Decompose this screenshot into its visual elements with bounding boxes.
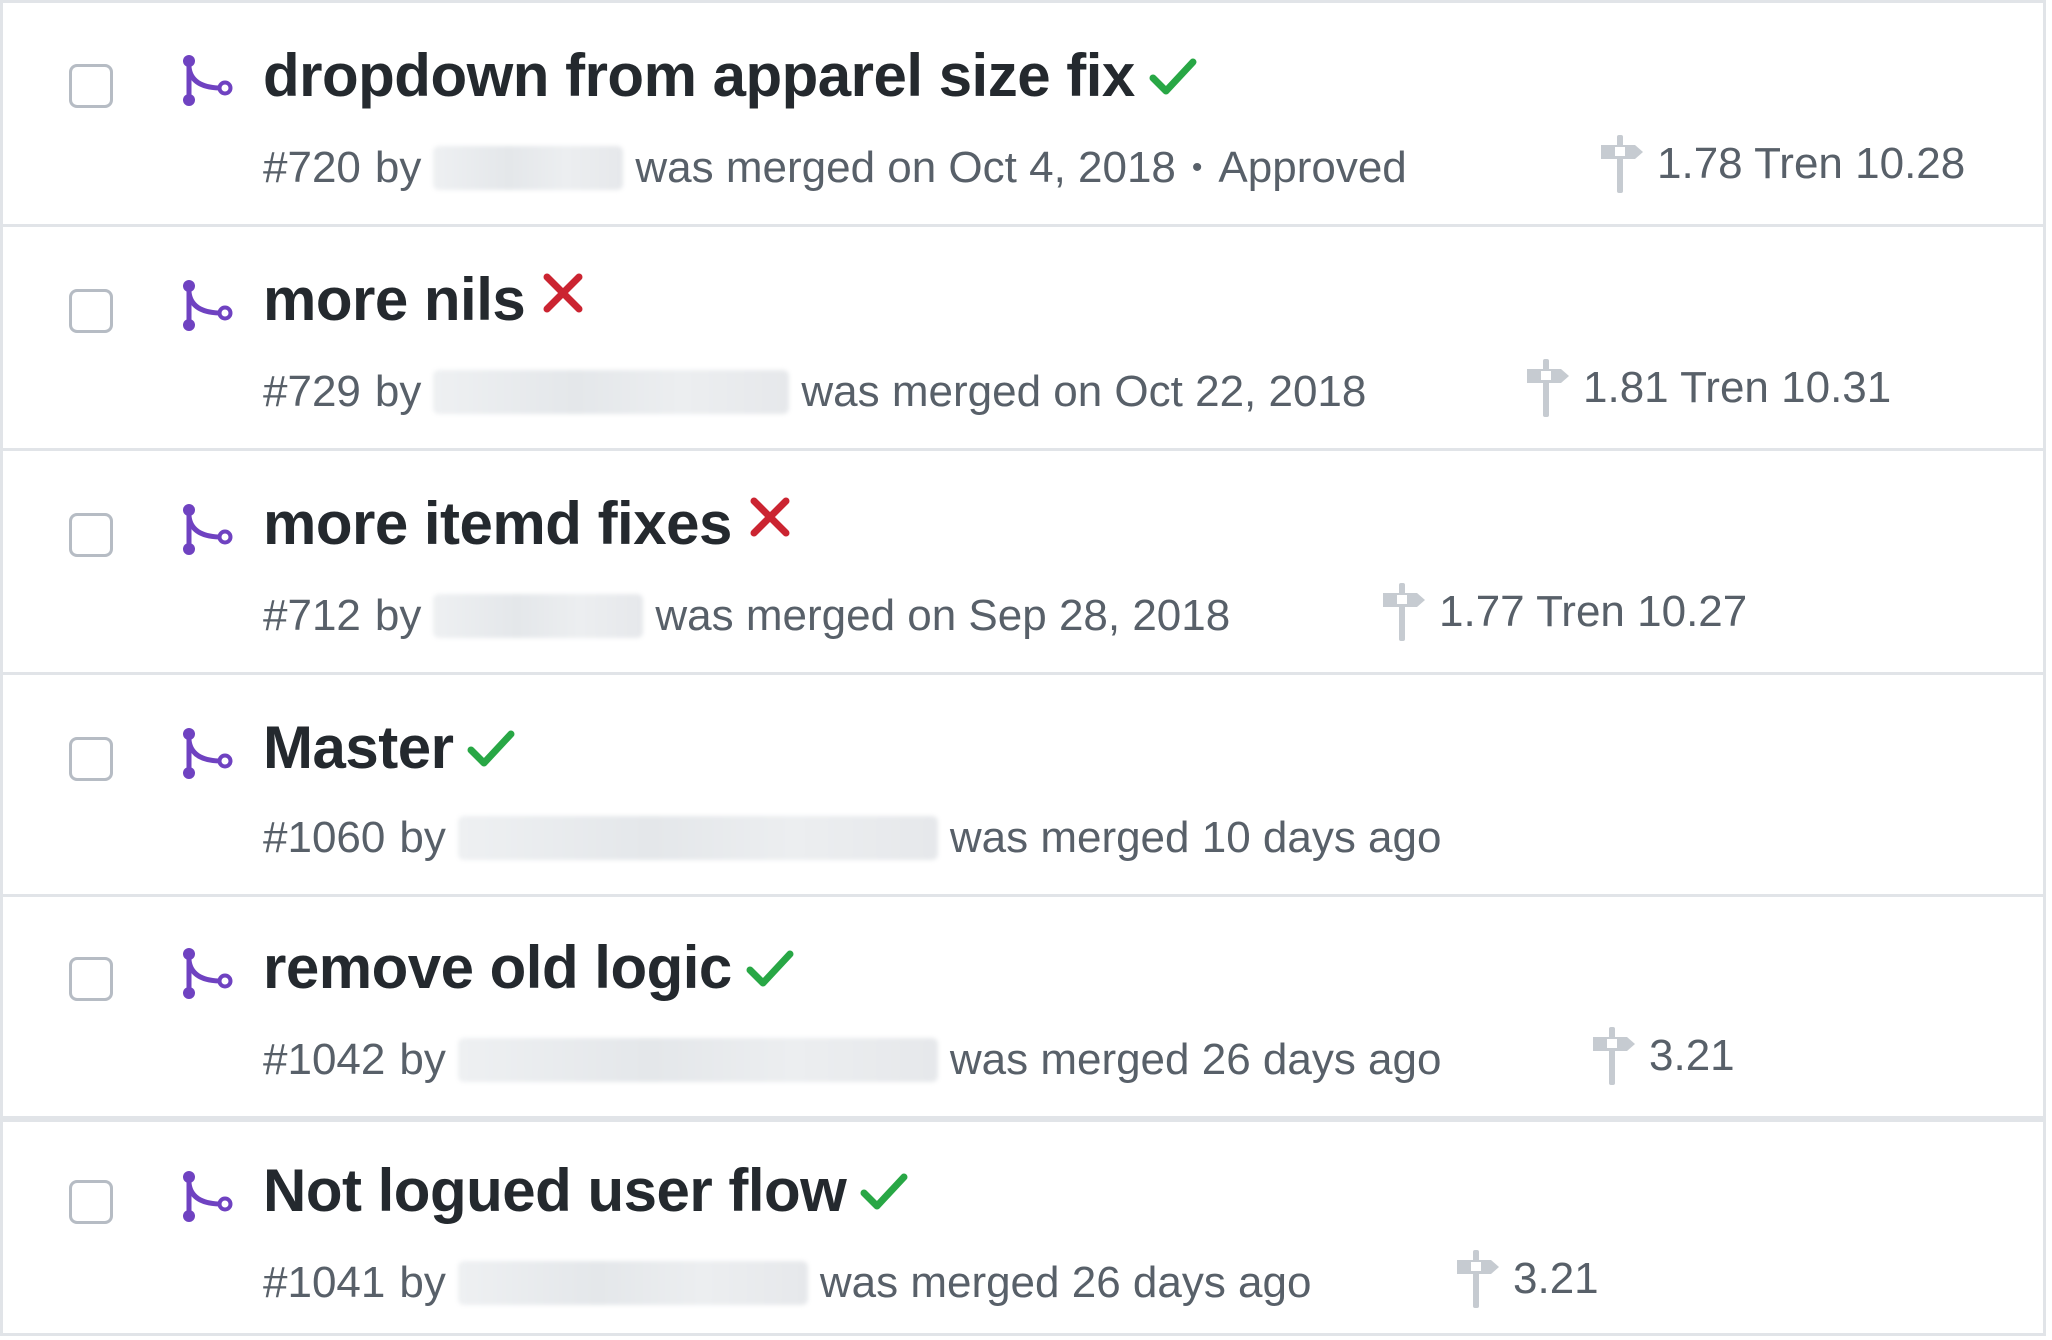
select-checkbox[interactable]	[69, 737, 113, 781]
x-icon[interactable]	[744, 493, 796, 545]
pull-request-list: dropdown from apparel size fix #720 by w…	[0, 0, 2046, 1336]
select-checkbox[interactable]	[69, 64, 113, 108]
pull-request-row: dropdown from apparel size fix #720 by w…	[3, 3, 2043, 227]
author-link[interactable]	[457, 1261, 808, 1305]
author-link[interactable]	[433, 370, 790, 414]
milestone-link[interactable]: 1.77 Tren 10.27	[1381, 581, 1747, 643]
milestone-link[interactable]: 3.21	[1591, 1025, 1735, 1087]
milestone-icon	[1383, 583, 1425, 641]
pr-number: #712	[263, 591, 361, 640]
check-icon[interactable]	[858, 1165, 910, 1217]
milestone-link[interactable]: 3.21	[1455, 1248, 1599, 1310]
author-link[interactable]	[457, 1038, 938, 1082]
merged-pr-icon	[183, 948, 233, 999]
pull-request-row: remove old logic #1042 by was merged 26 …	[3, 897, 2043, 1119]
author-link[interactable]	[433, 146, 624, 190]
milestone-icon	[1601, 135, 1643, 193]
author-link[interactable]	[457, 816, 938, 860]
pr-title-link[interactable]: more itemd fixes	[263, 489, 732, 558]
review-status-link[interactable]: Approved	[1218, 143, 1406, 193]
pr-number: #1042	[263, 1035, 386, 1084]
select-checkbox[interactable]	[69, 957, 113, 1001]
author-link[interactable]	[433, 594, 644, 638]
pr-number: #720	[263, 143, 361, 192]
merged-pr-icon	[183, 1171, 233, 1222]
merged-text: was merged 26 days ago	[949, 1035, 1442, 1084]
milestone-label: 1.81 Tren 10.31	[1583, 363, 1892, 412]
milestone-icon	[1457, 1250, 1499, 1308]
pr-number: #1060	[263, 813, 386, 862]
pr-title-link[interactable]: Not logued user flow	[263, 1156, 847, 1225]
merged-text: was merged on Sep 28, 2018	[655, 591, 1231, 640]
x-icon[interactable]	[537, 269, 589, 321]
by-label: by	[399, 1035, 446, 1084]
pull-request-row: more nils #729 by was merged on Oct 22, …	[3, 227, 2043, 451]
select-checkbox[interactable]	[69, 513, 113, 557]
by-label: by	[374, 143, 422, 192]
milestone-label: 3.21	[1649, 1031, 1735, 1080]
merged-pr-icon	[183, 728, 233, 779]
merged-pr-icon	[183, 280, 233, 331]
select-checkbox[interactable]	[69, 289, 113, 333]
by-label: by	[399, 1258, 446, 1307]
milestone-link[interactable]: 1.78 Tren 10.28	[1599, 133, 1965, 195]
check-icon[interactable]	[744, 942, 796, 994]
pr-title-link[interactable]: remove old logic	[263, 933, 732, 1002]
merged-text: was merged 26 days ago	[819, 1258, 1312, 1307]
by-label: by	[399, 813, 446, 862]
merged-pr-icon	[183, 55, 233, 106]
pr-number: #729	[263, 367, 361, 416]
check-icon[interactable]	[465, 722, 517, 774]
milestone-icon	[1593, 1027, 1635, 1085]
milestone-icon	[1527, 359, 1569, 417]
pr-title-link[interactable]: Master	[263, 713, 454, 782]
pull-request-row: more itemd fixes #712 by was merged on S…	[3, 451, 2043, 675]
milestone-label: 1.78 Tren 10.28	[1657, 139, 1966, 188]
merged-text: was merged on Oct 4, 2018	[635, 143, 1176, 192]
merged-text: was merged 10 days ago	[949, 813, 1442, 862]
milestone-label: 3.21	[1513, 1254, 1599, 1303]
pr-title-link[interactable]: dropdown from apparel size fix	[263, 41, 1135, 110]
select-checkbox[interactable]	[69, 1180, 113, 1224]
check-icon[interactable]	[1147, 50, 1199, 102]
by-label: by	[374, 367, 422, 416]
milestone-label: 1.77 Tren 10.27	[1439, 587, 1748, 636]
pr-title-link[interactable]: more nils	[263, 265, 526, 334]
pr-number: #1041	[263, 1258, 386, 1307]
milestone-link[interactable]: 1.81 Tren 10.31	[1525, 357, 1891, 419]
merged-pr-icon	[183, 504, 233, 555]
pull-request-row: Not logued user flow #1041 by was merged…	[3, 1119, 2043, 1333]
separator-dot: •	[1191, 151, 1203, 184]
merged-text: was merged on Oct 22, 2018	[801, 367, 1367, 416]
by-label: by	[374, 591, 422, 640]
pull-request-row: Master #1060 by was merged 10 days ago	[3, 675, 2043, 897]
